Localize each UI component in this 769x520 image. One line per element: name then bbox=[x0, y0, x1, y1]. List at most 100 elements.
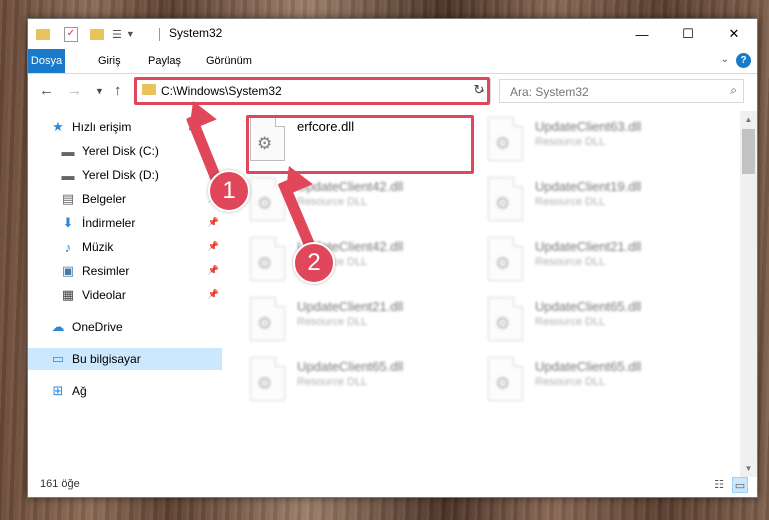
quick-access-toolbar: ✓ ☰ ▼ bbox=[36, 25, 135, 43]
file-type: Resource DLL bbox=[535, 136, 606, 148]
vertical-scrollbar[interactable]: ▲ ▼ bbox=[740, 111, 757, 477]
sidebar-item-downloads[interactable]: ⬇ İndirmeler 📌 bbox=[28, 212, 222, 234]
dll-file-icon: ⚙ bbox=[488, 177, 523, 221]
dll-file-icon: ⚙ bbox=[250, 297, 285, 341]
details-view-icon[interactable]: ☷ bbox=[711, 477, 727, 493]
file-type: Resource DLL bbox=[535, 316, 606, 328]
help-button[interactable]: ? bbox=[736, 53, 751, 68]
network-icon: ⊞ bbox=[52, 383, 64, 398]
sidebar-item-network[interactable]: ⊞ Ağ bbox=[28, 380, 222, 402]
tab-file[interactable]: Dosya bbox=[28, 49, 65, 73]
file-item[interactable]: ⚙ UpdateClient63.dll Resource DLL bbox=[478, 111, 708, 166]
tab-share[interactable]: Paylaş bbox=[138, 49, 191, 73]
download-icon: ⬇ bbox=[62, 215, 74, 230]
step-1-badge: 1 bbox=[208, 170, 250, 212]
pin-icon[interactable]: 📌 bbox=[208, 265, 219, 276]
search-box[interactable]: ⌕ bbox=[499, 79, 744, 103]
file-item[interactable]: ⚙ UpdateClient19.dll Resource DLL bbox=[478, 171, 708, 226]
file-item[interactable]: ⚙ UpdateClient65.dll Resource DLL bbox=[478, 291, 708, 346]
item-count: 161 öğe bbox=[40, 478, 80, 490]
navigation-pane: ★ Hızlı erişim ▬ Yerel Disk (C:) ▬ Yerel… bbox=[28, 111, 222, 477]
dll-file-icon: ⚙ bbox=[488, 117, 523, 161]
gear-icon: ⚙ bbox=[257, 374, 273, 393]
sidebar-item-music[interactable]: ♪ Müzik 📌 bbox=[28, 236, 222, 258]
sidebar-item-label: OneDrive bbox=[72, 320, 123, 334]
file-item[interactable]: ⚙ UpdateClient65.dll Resource DLL bbox=[240, 351, 470, 406]
gear-icon: ⚙ bbox=[495, 134, 511, 153]
step-2-badge: 2 bbox=[293, 242, 335, 284]
close-button[interactable]: ✕ bbox=[711, 19, 757, 49]
drive-icon: ▬ bbox=[61, 167, 75, 183]
sidebar-item-label: İndirmeler bbox=[82, 216, 136, 230]
properties-icon[interactable]: ✓ bbox=[64, 26, 78, 42]
tab-home[interactable]: Giriş bbox=[88, 49, 131, 73]
scrollbar-thumb[interactable] bbox=[742, 129, 755, 174]
window-title: System32 bbox=[169, 26, 223, 40]
sidebar-item-label: Belgeler bbox=[82, 192, 127, 206]
forward-arrow-icon[interactable]: → bbox=[67, 82, 82, 99]
file-type: Resource DLL bbox=[535, 376, 606, 388]
file-item[interactable]: ⚙ UpdateClient21.dll Resource DLL bbox=[478, 231, 708, 286]
sidebar-item-label: Ağ bbox=[72, 384, 87, 398]
file-item[interactable]: ⚙ UpdateClient65.dll Resource DLL bbox=[478, 351, 708, 406]
gear-icon: ⚙ bbox=[495, 374, 511, 393]
new-folder-icon[interactable] bbox=[90, 28, 104, 40]
video-icon: ▦ bbox=[61, 287, 75, 302]
ribbon-expand-icon[interactable]: ⌄ bbox=[721, 54, 729, 65]
recent-dropdown-icon[interactable]: ▼ bbox=[95, 86, 104, 96]
file-item[interactable]: ⚙ UpdateClient21.dll Resource DLL bbox=[240, 291, 470, 346]
maximize-button[interactable]: ☐ bbox=[665, 19, 711, 49]
dll-file-icon: ⚙ bbox=[488, 297, 523, 341]
tab-view[interactable]: Görünüm bbox=[196, 49, 262, 73]
sidebar-item-pictures[interactable]: ▣ Resimler 📌 bbox=[28, 260, 222, 282]
file-name: UpdateClient21.dll bbox=[297, 299, 404, 314]
pin-icon[interactable]: 📌 bbox=[208, 217, 219, 228]
file-item[interactable]: ⚙ UpdateClient42.dll Resource DLL bbox=[240, 171, 470, 226]
scroll-up-icon[interactable]: ▲ bbox=[740, 111, 757, 128]
sidebar-item-documents[interactable]: ▤ Belgeler 📌 bbox=[28, 188, 222, 210]
search-icon[interactable]: ⌕ bbox=[730, 83, 737, 98]
title-bar: ✓ ☰ ▼ System32 — ☐ ✕ bbox=[28, 19, 757, 49]
sidebar-item-label: Müzik bbox=[82, 240, 114, 254]
star-icon: ★ bbox=[52, 119, 64, 134]
documents-icon: ▤ bbox=[61, 191, 75, 206]
cloud-icon: ☁ bbox=[51, 319, 65, 334]
sidebar-item-onedrive[interactable]: ☁ OneDrive bbox=[28, 316, 222, 338]
file-type: Resource DLL bbox=[535, 196, 606, 208]
sidebar-item-local-disk-c[interactable]: ▬ Yerel Disk (C:) bbox=[28, 140, 222, 162]
sidebar-item-local-disk-d[interactable]: ▬ Yerel Disk (D:) 📌 bbox=[28, 164, 222, 186]
file-name: UpdateClient65.dll bbox=[535, 299, 642, 314]
sidebar-item-label: Bu bilgisayar bbox=[72, 352, 141, 366]
sidebar-item-label: Resimler bbox=[82, 264, 130, 278]
folder-icon bbox=[36, 28, 50, 40]
music-icon: ♪ bbox=[64, 239, 72, 255]
file-type: Resource DLL bbox=[297, 316, 368, 328]
file-item[interactable]: ⚙ UpdateClient42.dll Resource DLL bbox=[240, 231, 470, 286]
sidebar-item-label: Videolar bbox=[82, 288, 126, 302]
gear-icon: ⚙ bbox=[257, 254, 273, 273]
gear-icon: ⚙ bbox=[257, 194, 273, 213]
qa-dropdown-icon[interactable]: ▼ bbox=[126, 29, 135, 39]
file-name: UpdateClient21.dll bbox=[535, 239, 642, 254]
file-name: UpdateClient65.dll bbox=[297, 359, 404, 374]
file-type: Resource DLL bbox=[535, 256, 606, 268]
search-input[interactable] bbox=[508, 83, 712, 101]
gear-icon: ⚙ bbox=[495, 254, 511, 273]
sidebar-item-videos[interactable]: ▦ Videolar 📌 bbox=[28, 284, 222, 306]
customize-icon[interactable]: ☰ bbox=[112, 28, 122, 41]
tiles-view-icon[interactable]: ▭ bbox=[732, 477, 748, 493]
sidebar-item-this-pc[interactable]: ▭ Bu bilgisayar bbox=[28, 348, 222, 370]
minimize-button[interactable]: — bbox=[619, 19, 665, 49]
pin-icon[interactable]: 📌 bbox=[208, 241, 219, 252]
dll-file-icon: ⚙ bbox=[488, 237, 523, 281]
drive-icon: ▬ bbox=[61, 143, 75, 159]
file-explorer-window: ✓ ☰ ▼ System32 — ☐ ✕ Dosya Giriş Paylaş … bbox=[27, 18, 758, 498]
pin-icon[interactable]: 📌 bbox=[208, 289, 219, 300]
sidebar-item-label: Hızlı erişim bbox=[72, 120, 132, 134]
gear-icon: ⚙ bbox=[257, 314, 273, 333]
file-name: UpdateClient65.dll bbox=[535, 359, 642, 374]
up-arrow-icon[interactable]: ↑ bbox=[114, 82, 122, 99]
file-name: UpdateClient63.dll bbox=[535, 119, 642, 134]
pictures-icon: ▣ bbox=[61, 263, 75, 278]
back-arrow-icon[interactable]: ← bbox=[39, 82, 54, 99]
